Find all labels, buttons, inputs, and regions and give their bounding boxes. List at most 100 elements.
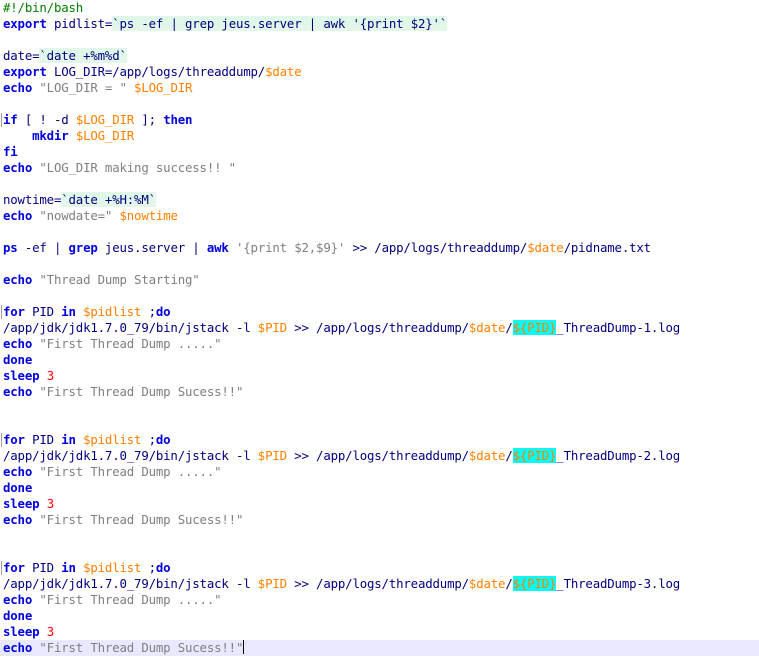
- code-line[interactable]: [3, 256, 759, 272]
- code-token: do: [155, 432, 171, 447]
- code-token: pidlist=: [46, 16, 113, 31]
- code-token: 3: [46, 368, 54, 383]
- code-line[interactable]: echo "First Thread Dump .....": [3, 336, 759, 352]
- code-token: done: [3, 480, 33, 495]
- code-token: /: [505, 576, 513, 591]
- code-token: for: [3, 304, 25, 319]
- code-token: date=: [3, 48, 40, 63]
- code-line[interactable]: [3, 224, 759, 240]
- code-token: #!/bin/bash: [3, 0, 84, 15]
- code-token: jeus.server |: [97, 240, 207, 255]
- code-token: "First Thread Dump .....": [39, 592, 222, 607]
- code-line[interactable]: echo "nowdate=" $nowtime: [3, 208, 759, 224]
- code-token: then: [163, 112, 193, 127]
- code-line[interactable]: echo "First Thread Dump .....": [3, 464, 759, 480]
- code-token: "First Thread Dump .....": [39, 464, 222, 479]
- code-token: $nowtime: [119, 208, 178, 223]
- code-token: done: [3, 608, 33, 623]
- code-line[interactable]: echo "First Thread Dump Sucess!!": [3, 512, 759, 528]
- code-token: echo: [3, 592, 33, 607]
- code-token: /: [505, 320, 513, 335]
- code-token: echo: [3, 640, 33, 655]
- code-line[interactable]: date=`date +%m%d`: [3, 48, 759, 64]
- code-token: ${PID}: [512, 320, 557, 335]
- code-line[interactable]: for PID in $pidlist ;do: [1, 304, 759, 320]
- code-token: ;: [141, 560, 156, 575]
- code-line[interactable]: echo "First Thread Dump Sucess!!": [0, 640, 759, 656]
- code-token: export: [3, 16, 47, 31]
- code-line[interactable]: /app/jdk/jdk1.7.0_79/bin/jstack -l $PID …: [3, 320, 759, 336]
- code-line[interactable]: ps -ef | grep jeus.server | awk '{print …: [3, 240, 759, 256]
- code-line[interactable]: export pidlist=`ps -ef | grep jeus.serve…: [3, 16, 759, 32]
- code-token: 3: [46, 496, 54, 511]
- code-token: >> /app/logs/threaddump/: [286, 320, 469, 335]
- code-editor[interactable]: #!/bin/bash export pidlist=`ps -ef | grep…: [0, 0, 759, 658]
- code-token: "LOG_DIR = ": [39, 80, 127, 95]
- code-line[interactable]: done: [3, 608, 759, 624]
- code-line[interactable]: /app/jdk/jdk1.7.0_79/bin/jstack -l $PID …: [3, 448, 759, 464]
- fold-marker: [1, 433, 2, 447]
- code-line[interactable]: fi: [3, 144, 759, 160]
- code-token: $PID: [257, 448, 287, 463]
- code-token: >> /app/logs/threaddump/: [345, 240, 528, 255]
- code-token: "First Thread Dump Sucess!!": [39, 640, 244, 655]
- code-token: in: [61, 560, 76, 575]
- code-token: "nowdate=": [39, 208, 113, 223]
- code-line[interactable]: done: [3, 352, 759, 368]
- code-token: [ ! -d: [17, 112, 76, 127]
- code-line[interactable]: #!/bin/bash: [3, 0, 759, 16]
- code-line[interactable]: echo "LOG_DIR = " $LOG_DIR: [3, 80, 759, 96]
- code-token: $LOG_DIR: [75, 128, 135, 143]
- code-line[interactable]: for PID in $pidlist ;do: [1, 560, 759, 576]
- code-token: fi: [3, 144, 18, 159]
- text-caret: [243, 640, 245, 654]
- code-line[interactable]: [3, 528, 759, 544]
- code-token: nowtime=: [3, 192, 62, 207]
- code-line[interactable]: [3, 288, 759, 304]
- code-token: for: [3, 560, 25, 575]
- code-line[interactable]: for PID in $pidlist ;do: [1, 432, 759, 448]
- fold-marker: [1, 113, 2, 127]
- code-line[interactable]: echo "First Thread Dump Sucess!!": [3, 384, 759, 400]
- code-line[interactable]: if [ ! -d $LOG_DIR ]; then: [1, 112, 759, 128]
- code-line[interactable]: [3, 416, 759, 432]
- code-token: ps: [3, 240, 18, 255]
- code-token: if: [3, 112, 18, 127]
- code-token: echo: [3, 80, 33, 95]
- code-token: export: [3, 64, 47, 79]
- code-line[interactable]: echo "LOG_DIR making success!! ": [3, 160, 759, 176]
- code-token: echo: [3, 512, 33, 527]
- code-token: echo: [3, 272, 33, 287]
- code-line[interactable]: [3, 96, 759, 112]
- code-token: "First Thread Dump .....": [39, 336, 222, 351]
- code-line[interactable]: [3, 400, 759, 416]
- code-line[interactable]: sleep 3: [3, 368, 759, 384]
- code-line[interactable]: [3, 544, 759, 560]
- fold-marker: [1, 305, 2, 319]
- code-line[interactable]: done: [3, 480, 759, 496]
- code-line[interactable]: nowtime=`date +%H:%M`: [3, 192, 759, 208]
- code-line[interactable]: [3, 176, 759, 192]
- code-line[interactable]: /app/jdk/jdk1.7.0_79/bin/jstack -l $PID …: [3, 576, 759, 592]
- code-line[interactable]: echo "Thread Dump Starting": [3, 272, 759, 288]
- code-line[interactable]: export LOG_DIR=/app/logs/threaddump/$dat…: [3, 64, 759, 80]
- code-line[interactable]: sleep 3: [3, 624, 759, 640]
- code-line[interactable]: [3, 32, 759, 48]
- code-line[interactable]: echo "First Thread Dump .....": [3, 592, 759, 608]
- code-token: in: [61, 432, 76, 447]
- code-token: _ThreadDump-1.log: [556, 320, 681, 335]
- code-line[interactable]: mkdir $LOG_DIR: [3, 128, 759, 144]
- code-line[interactable]: sleep 3: [3, 496, 759, 512]
- code-token: sleep: [3, 624, 40, 639]
- code-token: $date: [265, 64, 302, 79]
- code-token: '{print $2,$9}': [235, 240, 346, 255]
- code-token: `date +%H:%M`: [61, 192, 156, 207]
- code-token: $PID: [257, 320, 287, 335]
- code-token: -ef |: [17, 240, 69, 255]
